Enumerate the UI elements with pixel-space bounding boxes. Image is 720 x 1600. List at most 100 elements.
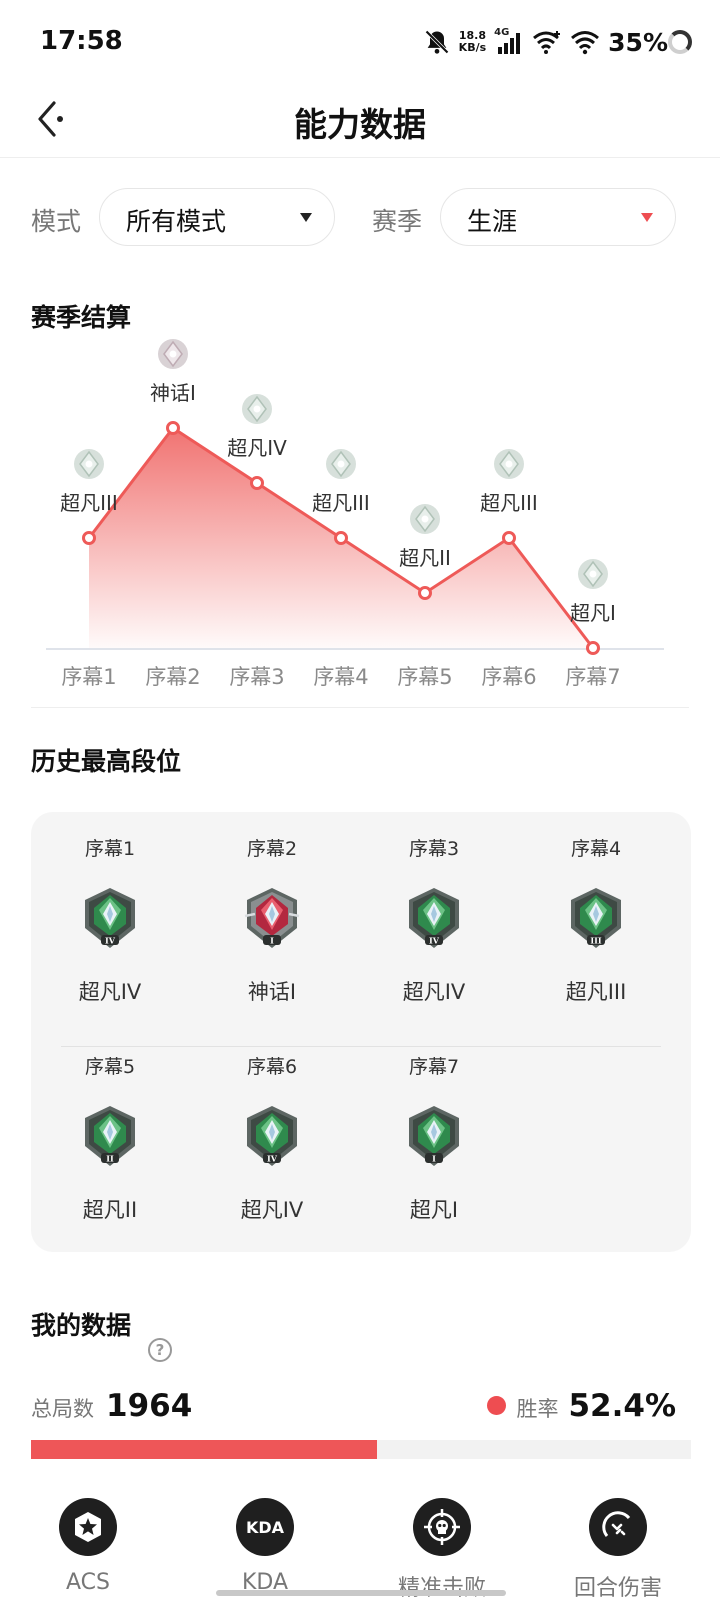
rank-season: 序幕1 (84, 838, 136, 860)
signal-icon: 4G (494, 27, 524, 55)
rank-label: 超凡II (399, 546, 451, 570)
win-rate: 胜率 52.4% (487, 1388, 676, 1424)
mythic-rank-badge-icon: I (212, 886, 332, 952)
stat-tabs: ACS KDA KDA 精准击败 回合伤害 (0, 1498, 720, 1600)
tab-label: ACS (66, 1570, 110, 1595)
rank-name: 神话I (247, 980, 297, 1004)
rank-cell: 序幕3 IV 超凡IV (374, 834, 494, 1006)
mode-select[interactable]: 所有模式 (99, 188, 335, 246)
mute-bell-icon (424, 30, 449, 54)
rank-season: 序幕5 (84, 1056, 136, 1078)
season-value: 生涯 (467, 207, 518, 236)
svg-text:IV: IV (429, 936, 440, 946)
rank-icon (242, 394, 272, 424)
season-label: 赛季 (372, 207, 423, 236)
rank-name: 超凡IV (402, 980, 466, 1004)
chart-point (586, 641, 600, 655)
svg-text:III: III (590, 936, 601, 946)
rank-label: 神话I (150, 381, 196, 405)
app-header: 能力数据 (0, 80, 720, 158)
chart-point (166, 421, 180, 435)
rank-cell: 序幕1 IV 超凡IV (50, 834, 170, 1006)
rank-label: 超凡III (60, 491, 118, 515)
x-tick-label: 序幕1 (61, 665, 116, 689)
x-tick-label: 序幕6 (481, 665, 536, 689)
rank-cell: 序幕2 I 神话I (212, 834, 332, 1006)
status-bar: 17:58 18.8 KB/s 4G 35% (0, 0, 720, 80)
win-rate-dot (487, 1396, 507, 1415)
home-indicator (216, 1590, 506, 1596)
x-tick-label: 序幕2 (145, 665, 200, 689)
rank-cell: 序幕5 II 超凡II (50, 1052, 170, 1224)
tab-acs[interactable]: ACS (18, 1498, 158, 1595)
rank-season: 序幕2 (246, 838, 298, 860)
caret-down-icon (641, 213, 653, 222)
rank-name: 超凡III (565, 980, 627, 1004)
history-title: 历史最高段位 (31, 747, 182, 776)
page-title: 能力数据 (294, 105, 426, 144)
rank-label: 超凡III (312, 491, 370, 515)
rank-season: 序幕4 (570, 838, 622, 860)
rank-icon (74, 449, 104, 479)
tab-precise-kills[interactable]: 精准击败 (372, 1498, 512, 1600)
chart-point (418, 586, 432, 600)
crosshair-skull-icon (413, 1498, 471, 1556)
section-divider (31, 707, 689, 708)
my-data-title: 我的数据 (31, 1311, 132, 1340)
mode-label: 模式 (31, 207, 82, 236)
wifi-icon (571, 31, 600, 55)
caret-down-icon (300, 213, 312, 222)
network-speed: 18.8 KB/s (458, 29, 487, 54)
kda-icon: KDA (236, 1498, 294, 1556)
rank-badge-icon: IV (212, 1104, 332, 1170)
x-tick-label: 序幕3 (229, 665, 284, 689)
rank-name: 超凡IV (78, 980, 142, 1004)
win-rate-bar (31, 1440, 691, 1459)
total-games-value: 1964 (106, 1388, 193, 1424)
star-badge-icon (59, 1498, 117, 1556)
total-games-label: 总局数 (31, 1397, 94, 1421)
rank-badge-icon: III (536, 886, 656, 952)
rank-name: 超凡II (82, 1198, 138, 1222)
rank-name: 超凡IV (240, 1198, 304, 1222)
rank-label: 超凡I (570, 601, 616, 625)
chart-point (250, 476, 264, 490)
mythic-rank-icon (158, 339, 188, 369)
rank-season: 序幕6 (246, 1056, 298, 1078)
x-tick-label: 序幕4 (313, 665, 368, 689)
svg-text:II: II (106, 1154, 114, 1164)
rank-badge-icon: IV (374, 886, 494, 952)
chart-point (502, 531, 516, 545)
history-rank-card: 序幕1 IV 超凡IV 序幕2 I 神话I 序幕3 IV 超凡IV 序幕4 II… (31, 812, 691, 1252)
rank-icon (578, 559, 608, 589)
loading-ring-icon (668, 30, 692, 54)
wifi-plus-icon (533, 31, 561, 54)
rank-label: 超凡III (480, 491, 538, 515)
rank-name: 超凡I (409, 1198, 459, 1222)
status-icons: 18.8 KB/s 4G 35% (423, 24, 668, 60)
win-rate-value: 52.4% (568, 1388, 676, 1424)
tab-kda[interactable]: KDA KDA (195, 1498, 335, 1595)
rank-season: 序幕3 (408, 838, 460, 860)
tab-round-damage[interactable]: 回合伤害 (548, 1498, 688, 1600)
rank-badge-icon: I (374, 1104, 494, 1170)
filter-row: 模式 所有模式 赛季 生涯 (0, 188, 720, 248)
rank-icon (494, 449, 524, 479)
rank-badge-icon: IV (50, 886, 170, 952)
rank-cell: 序幕7 I 超凡I (374, 1052, 494, 1224)
season-settlement-title: 赛季结算 (31, 303, 132, 332)
rank-cell: 序幕6 IV 超凡IV (212, 1052, 332, 1224)
svg-text:IV: IV (267, 1154, 278, 1164)
chart-point (82, 531, 96, 545)
season-chart-svg: 超凡III 序幕1 神话I 序幕2 超凡IV 序幕3 超凡III 序幕4 超凡II 序幕5 超凡II… (46, 339, 664, 689)
season-select[interactable]: 生涯 (440, 188, 676, 246)
tab-label: 回合伤害 (573, 1576, 662, 1600)
svg-text:I: I (432, 1154, 436, 1164)
help-icon[interactable]: ? (148, 1338, 172, 1362)
rank-cell: 序幕4 III 超凡III (536, 834, 656, 1006)
rank-row-divider (61, 1046, 661, 1047)
x-tick-label: 序幕7 (565, 665, 620, 689)
svg-text:IV: IV (105, 936, 116, 946)
svg-text:I: I (270, 936, 274, 946)
win-rate-label: 胜率 (516, 1397, 559, 1421)
